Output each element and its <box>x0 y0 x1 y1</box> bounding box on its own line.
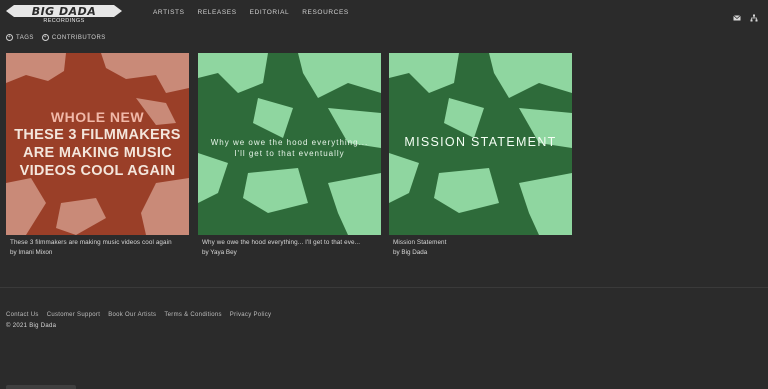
article-title[interactable]: Mission Statement <box>393 239 573 246</box>
filter-contributors-label: CONTRIBUTORS <box>51 34 106 41</box>
thumbnail-line-1: Why we owe the hood everything... <box>210 138 369 147</box>
logo-text: BIG DADA <box>31 5 97 18</box>
footer-link-book-artists[interactable]: Book Our Artists <box>108 312 156 318</box>
top-icons <box>733 9 758 22</box>
article-grid: WHOLE NEW THESE 3 FILMMAKERS ARE MAKING … <box>6 53 766 263</box>
article-thumbnail[interactable]: MISSION STATEMENT <box>389 53 572 235</box>
article-meta: Mission Statement by Big Dada <box>393 239 573 256</box>
thumbnail-line-2: I'll get to that eventually <box>234 149 345 158</box>
footer-links: Contact Us Customer Support Book Our Art… <box>6 312 271 318</box>
filters: + TAGS + CONTRIBUTORS <box>6 34 106 41</box>
bottom-tab-stub <box>6 385 76 389</box>
copyright: © 2021 Big Dada <box>6 323 57 329</box>
footer-link-privacy[interactable]: Privacy Policy <box>230 312 272 318</box>
filter-tags-label: TAGS <box>16 34 34 41</box>
nav-resources[interactable]: RESOURCES <box>302 9 349 16</box>
filter-tags[interactable]: + TAGS <box>6 34 34 41</box>
plus-circle-icon: + <box>41 34 49 41</box>
big-dada-logo[interactable]: BIG DADA RECORDINGS <box>6 4 122 24</box>
main-nav: ARTISTS RELEASES EDITORIAL RESOURCES <box>153 9 349 16</box>
article-thumbnail[interactable]: WHOLE NEW THESE 3 FILMMAKERS ARE MAKING … <box>6 53 189 235</box>
plus-circle-icon: + <box>6 34 13 41</box>
article-author[interactable]: by Big Dada <box>393 249 573 256</box>
thumbnail-headline: MISSION STATEMENT <box>404 135 557 149</box>
footer-link-terms[interactable]: Terms & Conditions <box>164 312 221 318</box>
article-author[interactable]: by Yaya Bey <box>202 249 382 256</box>
nav-artists[interactable]: ARTISTS <box>153 9 185 16</box>
footer-link-contact[interactable]: Contact Us <box>6 312 39 318</box>
mail-icon[interactable] <box>733 9 741 21</box>
thumbnail-headline-1: WHOLE NEW <box>50 109 145 125</box>
footer-divider <box>0 287 768 288</box>
article-title[interactable]: These 3 filmmakers are making music vide… <box>10 239 190 246</box>
nav-editorial[interactable]: EDITORIAL <box>250 9 290 16</box>
logo-subtitle: RECORDINGS <box>43 18 85 24</box>
article-thumbnail[interactable]: Why we owe the hood everything... I'll g… <box>198 53 381 235</box>
top-bar: BIG DADA RECORDINGS ARTISTS RELEASES EDI… <box>0 0 768 28</box>
article-meta: These 3 filmmakers are making music vide… <box>10 239 190 256</box>
nav-releases[interactable]: RELEASES <box>198 9 237 16</box>
filter-contributors[interactable]: + CONTRIBUTORS <box>41 34 106 41</box>
thumbnail-headline: Why we owe the hood everything... I'll g… <box>198 137 381 159</box>
thumbnail-headline-2: THESE 3 FILMMAKERS ARE MAKING MUSIC VIDE… <box>14 127 181 179</box>
sitemap-icon[interactable] <box>750 9 758 22</box>
footer-link-support[interactable]: Customer Support <box>47 312 101 318</box>
article-meta: Why we owe the hood everything... I'll g… <box>202 239 382 256</box>
article-author[interactable]: by Imani Mixon <box>10 249 190 256</box>
article-title[interactable]: Why we owe the hood everything... I'll g… <box>202 239 382 246</box>
